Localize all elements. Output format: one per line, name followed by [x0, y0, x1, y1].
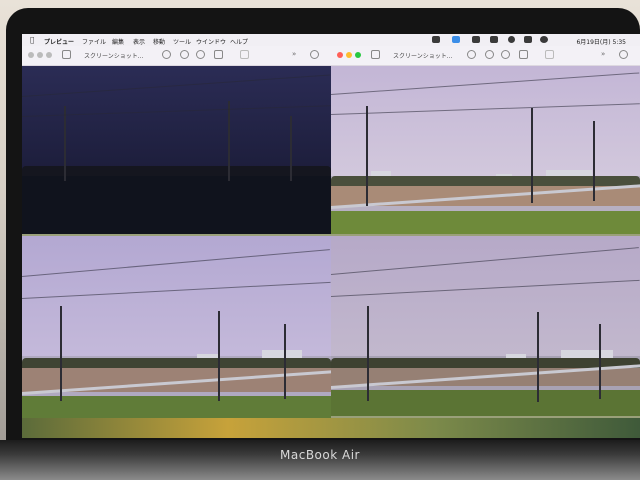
photo-grass [331, 390, 640, 416]
preview-window-top-right[interactable]: スクリーンショット... » [331, 46, 640, 234]
zoom-in-icon[interactable] [196, 50, 205, 59]
photo-mid-2 [331, 236, 640, 416]
utility-pole [290, 116, 292, 181]
photo-sky [22, 66, 331, 176]
status-app-icon[interactable] [452, 36, 460, 43]
desktop-wallpaper [22, 418, 640, 438]
menu-item-file[interactable]: ファイル [82, 37, 106, 46]
utility-pole [537, 312, 539, 402]
battery-icon[interactable] [490, 36, 498, 43]
utility-pole [599, 324, 601, 399]
menu-item-help[interactable]: ヘルプ [230, 37, 248, 46]
photo-light [331, 66, 640, 234]
more-icon[interactable]: » [292, 50, 301, 59]
zoom-out-icon[interactable] [180, 50, 189, 59]
menu-item-view[interactable]: 表示 [133, 37, 145, 46]
window-title: スクリーンショット... [84, 53, 144, 60]
zoom-button[interactable] [355, 52, 361, 58]
zoom-out-icon[interactable] [485, 50, 494, 59]
menu-item-window[interactable]: ウインドウ [196, 37, 226, 46]
utility-pole [284, 324, 286, 399]
utility-pole [228, 101, 230, 181]
laptop-brand-label: MacBook Air [280, 448, 360, 462]
window-title: スクリーンショット... [393, 53, 453, 60]
share-icon[interactable] [519, 50, 528, 59]
utility-pole [64, 106, 66, 181]
window-toolbar: スクリーンショット... » [22, 46, 331, 66]
photo-ground [22, 176, 331, 234]
menu-item-tools[interactable]: ツール [173, 37, 191, 46]
sidebar-icon[interactable] [62, 50, 71, 59]
preview-window-bottom-left[interactable] [22, 236, 331, 426]
utility-pole [593, 121, 595, 201]
preview-window-top-left[interactable]: スクリーンショット... » [22, 46, 331, 234]
photo-treeline [22, 166, 331, 176]
close-button[interactable] [28, 52, 34, 58]
menu-bar:  プレビュー ファイル 編集 表示 移動 ツール ウインドウ ヘルプ 6月19… [22, 34, 640, 46]
markup-icon[interactable] [240, 50, 249, 59]
photo-dark [22, 66, 331, 234]
status-icon[interactable] [472, 36, 480, 43]
sidebar-icon[interactable] [371, 50, 380, 59]
minimize-button[interactable] [346, 52, 352, 58]
zoom-in-icon[interactable] [501, 50, 510, 59]
laptop-screen:  プレビュー ファイル 編集 表示 移動 ツール ウインドウ ヘルプ 6月19… [22, 34, 640, 438]
menu-app-name[interactable]: プレビュー [44, 37, 74, 46]
wifi-icon[interactable] [508, 36, 515, 43]
info-icon[interactable] [467, 50, 476, 59]
control-center-icon[interactable] [524, 36, 532, 43]
menu-item-edit[interactable]: 編集 [112, 37, 124, 46]
preview-window-bottom-right[interactable] [331, 236, 640, 416]
utility-pole [218, 311, 220, 401]
apple-icon[interactable]:  [30, 36, 34, 44]
cloud-icon[interactable] [432, 36, 440, 43]
photo-mid [22, 236, 331, 426]
utility-pole [366, 106, 368, 206]
menu-clock[interactable]: 6月19日(月) 5:35 [576, 37, 626, 46]
menu-item-go[interactable]: 移動 [153, 37, 165, 46]
photo-grass [331, 211, 640, 234]
share-icon[interactable] [214, 50, 223, 59]
search-icon[interactable] [619, 50, 628, 59]
window-toolbar: スクリーンショット... » [331, 46, 640, 66]
minimize-button[interactable] [37, 52, 43, 58]
info-icon[interactable] [162, 50, 171, 59]
search-icon[interactable] [310, 50, 319, 59]
search-icon[interactable] [540, 36, 548, 43]
photo-treeline [331, 358, 640, 368]
zoom-button[interactable] [46, 52, 52, 58]
utility-pole [531, 108, 533, 203]
close-button[interactable] [337, 52, 343, 58]
photo-sky [331, 236, 640, 356]
utility-pole [367, 306, 369, 401]
more-icon[interactable]: » [601, 50, 610, 59]
markup-icon[interactable] [545, 50, 554, 59]
utility-pole [60, 306, 62, 401]
